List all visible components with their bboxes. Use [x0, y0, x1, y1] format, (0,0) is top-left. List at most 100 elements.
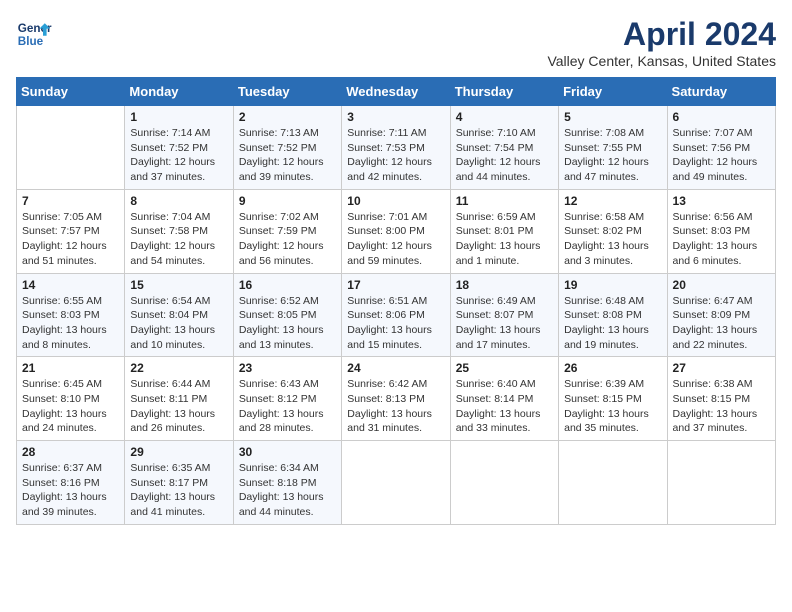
day-number: 7 — [22, 194, 119, 208]
week-row-4: 21 Sunrise: 6:45 AMSunset: 8:10 PMDayligh… — [17, 357, 776, 441]
day-cell: 24 Sunrise: 6:42 AMSunset: 8:13 PMDayligh… — [342, 357, 450, 441]
day-cell: 22 Sunrise: 6:44 AMSunset: 8:11 PMDayligh… — [125, 357, 233, 441]
day-info: Sunrise: 6:40 AMSunset: 8:14 PMDaylight:… — [456, 377, 553, 436]
day-info: Sunrise: 6:38 AMSunset: 8:15 PMDaylight:… — [673, 377, 770, 436]
day-cell: 12 Sunrise: 6:58 AMSunset: 8:02 PMDayligh… — [559, 189, 667, 273]
day-header-tuesday: Tuesday — [233, 78, 341, 106]
day-number: 25 — [456, 361, 553, 375]
day-number: 18 — [456, 278, 553, 292]
day-info: Sunrise: 7:04 AMSunset: 7:58 PMDaylight:… — [130, 210, 227, 269]
day-cell: 6 Sunrise: 7:07 AMSunset: 7:56 PMDaylight… — [667, 106, 775, 190]
day-number: 19 — [564, 278, 661, 292]
day-cell — [17, 106, 125, 190]
day-cell: 16Sunrise: 6:52 AMSunset: 8:05 PMDayligh… — [233, 273, 341, 357]
day-cell: 30 Sunrise: 6:34 AMSunset: 8:18 PMDayligh… — [233, 441, 341, 525]
day-info: Sunrise: 6:45 AMSunset: 8:10 PMDaylight:… — [22, 377, 119, 436]
day-number: 30 — [239, 445, 336, 459]
day-number: 17 — [347, 278, 444, 292]
day-number: 24 — [347, 361, 444, 375]
day-info: Sunrise: 6:37 AMSunset: 8:16 PMDaylight:… — [22, 461, 119, 520]
day-cell: 10Sunrise: 7:01 AMSunset: 8:00 PMDayligh… — [342, 189, 450, 273]
day-number: 20 — [673, 278, 770, 292]
day-cell: 13Sunrise: 6:56 AMSunset: 8:03 PMDayligh… — [667, 189, 775, 273]
day-number: 14 — [22, 278, 119, 292]
day-info: Sunrise: 7:10 AMSunset: 7:54 PMDaylight:… — [456, 126, 553, 185]
week-row-1: 1 Sunrise: 7:14 AMSunset: 7:52 PMDaylight… — [17, 106, 776, 190]
day-cell: 9 Sunrise: 7:02 AMSunset: 7:59 PMDaylight… — [233, 189, 341, 273]
day-number: 23 — [239, 361, 336, 375]
day-number: 8 — [130, 194, 227, 208]
day-number: 21 — [22, 361, 119, 375]
day-number: 5 — [564, 110, 661, 124]
day-cell: 28 Sunrise: 6:37 AMSunset: 8:16 PMDayligh… — [17, 441, 125, 525]
day-info: Sunrise: 7:07 AMSunset: 7:56 PMDaylight:… — [673, 126, 770, 185]
day-info: Sunrise: 7:05 AMSunset: 7:57 PMDaylight:… — [22, 210, 119, 269]
day-cell — [450, 441, 558, 525]
day-cell: 7 Sunrise: 7:05 AMSunset: 7:57 PMDaylight… — [17, 189, 125, 273]
day-info: Sunrise: 6:59 AMSunset: 8:01 PMDaylight:… — [456, 210, 553, 269]
day-cell: 18 Sunrise: 6:49 AMSunset: 8:07 PMDayligh… — [450, 273, 558, 357]
day-header-monday: Monday — [125, 78, 233, 106]
day-cell: 20Sunrise: 6:47 AMSunset: 8:09 PMDayligh… — [667, 273, 775, 357]
day-number: 3 — [347, 110, 444, 124]
day-info: Sunrise: 7:02 AMSunset: 7:59 PMDaylight:… — [239, 210, 336, 269]
day-info: Sunrise: 7:14 AMSunset: 7:52 PMDaylight:… — [130, 126, 227, 185]
day-info: Sunrise: 7:01 AMSunset: 8:00 PMDaylight:… — [347, 210, 444, 269]
day-cell — [559, 441, 667, 525]
header-row: SundayMondayTuesdayWednesdayThursdayFrid… — [17, 78, 776, 106]
day-number: 15 — [130, 278, 227, 292]
logo-icon: General Blue — [16, 16, 52, 52]
svg-text:Blue: Blue — [18, 35, 44, 48]
day-header-saturday: Saturday — [667, 78, 775, 106]
day-cell: 15 Sunrise: 6:54 AMSunset: 8:04 PMDayligh… — [125, 273, 233, 357]
day-info: Sunrise: 6:48 AMSunset: 8:08 PMDaylight:… — [564, 294, 661, 353]
week-row-2: 7 Sunrise: 7:05 AMSunset: 7:57 PMDaylight… — [17, 189, 776, 273]
header: General Blue April 2024 Valley Center, K… — [16, 16, 776, 69]
day-cell: 29Sunrise: 6:35 AMSunset: 8:17 PMDayligh… — [125, 441, 233, 525]
week-row-3: 14Sunrise: 6:55 AMSunset: 8:03 PMDayligh… — [17, 273, 776, 357]
day-cell: 8 Sunrise: 7:04 AMSunset: 7:58 PMDaylight… — [125, 189, 233, 273]
day-info: Sunrise: 6:42 AMSunset: 8:13 PMDaylight:… — [347, 377, 444, 436]
day-info: Sunrise: 7:08 AMSunset: 7:55 PMDaylight:… — [564, 126, 661, 185]
day-info: Sunrise: 6:52 AMSunset: 8:05 PMDaylight:… — [239, 294, 336, 353]
day-info: Sunrise: 6:44 AMSunset: 8:11 PMDaylight:… — [130, 377, 227, 436]
day-cell: 1 Sunrise: 7:14 AMSunset: 7:52 PMDaylight… — [125, 106, 233, 190]
title-area: April 2024 Valley Center, Kansas, United… — [547, 16, 776, 69]
day-cell: 3 Sunrise: 7:11 AMSunset: 7:53 PMDaylight… — [342, 106, 450, 190]
day-cell: 19 Sunrise: 6:48 AMSunset: 8:08 PMDayligh… — [559, 273, 667, 357]
day-number: 29 — [130, 445, 227, 459]
day-number: 27 — [673, 361, 770, 375]
svg-text:General: General — [18, 22, 52, 35]
day-info: Sunrise: 6:51 AMSunset: 8:06 PMDaylight:… — [347, 294, 444, 353]
day-cell: 2Sunrise: 7:13 AMSunset: 7:52 PMDaylight… — [233, 106, 341, 190]
day-header-wednesday: Wednesday — [342, 78, 450, 106]
day-number: 12 — [564, 194, 661, 208]
day-header-sunday: Sunday — [17, 78, 125, 106]
day-number: 1 — [130, 110, 227, 124]
day-header-thursday: Thursday — [450, 78, 558, 106]
day-header-friday: Friday — [559, 78, 667, 106]
day-info: Sunrise: 6:43 AMSunset: 8:12 PMDaylight:… — [239, 377, 336, 436]
day-info: Sunrise: 6:56 AMSunset: 8:03 PMDaylight:… — [673, 210, 770, 269]
day-cell — [667, 441, 775, 525]
calendar-table: SundayMondayTuesdayWednesdayThursdayFrid… — [16, 77, 776, 525]
day-number: 9 — [239, 194, 336, 208]
day-info: Sunrise: 6:58 AMSunset: 8:02 PMDaylight:… — [564, 210, 661, 269]
calendar-subtitle: Valley Center, Kansas, United States — [547, 53, 776, 69]
day-info: Sunrise: 6:34 AMSunset: 8:18 PMDaylight:… — [239, 461, 336, 520]
day-cell: 5 Sunrise: 7:08 AMSunset: 7:55 PMDaylight… — [559, 106, 667, 190]
day-number: 26 — [564, 361, 661, 375]
day-number: 28 — [22, 445, 119, 459]
day-info: Sunrise: 6:54 AMSunset: 8:04 PMDaylight:… — [130, 294, 227, 353]
day-cell: 27 Sunrise: 6:38 AMSunset: 8:15 PMDayligh… — [667, 357, 775, 441]
day-cell: 4 Sunrise: 7:10 AMSunset: 7:54 PMDaylight… — [450, 106, 558, 190]
day-info: Sunrise: 6:49 AMSunset: 8:07 PMDaylight:… — [456, 294, 553, 353]
day-info: Sunrise: 7:11 AMSunset: 7:53 PMDaylight:… — [347, 126, 444, 185]
day-number: 4 — [456, 110, 553, 124]
day-cell: 11Sunrise: 6:59 AMSunset: 8:01 PMDayligh… — [450, 189, 558, 273]
day-number: 22 — [130, 361, 227, 375]
day-number: 6 — [673, 110, 770, 124]
week-row-5: 28 Sunrise: 6:37 AMSunset: 8:16 PMDayligh… — [17, 441, 776, 525]
day-cell: 23 Sunrise: 6:43 AMSunset: 8:12 PMDayligh… — [233, 357, 341, 441]
day-info: Sunrise: 6:39 AMSunset: 8:15 PMDaylight:… — [564, 377, 661, 436]
